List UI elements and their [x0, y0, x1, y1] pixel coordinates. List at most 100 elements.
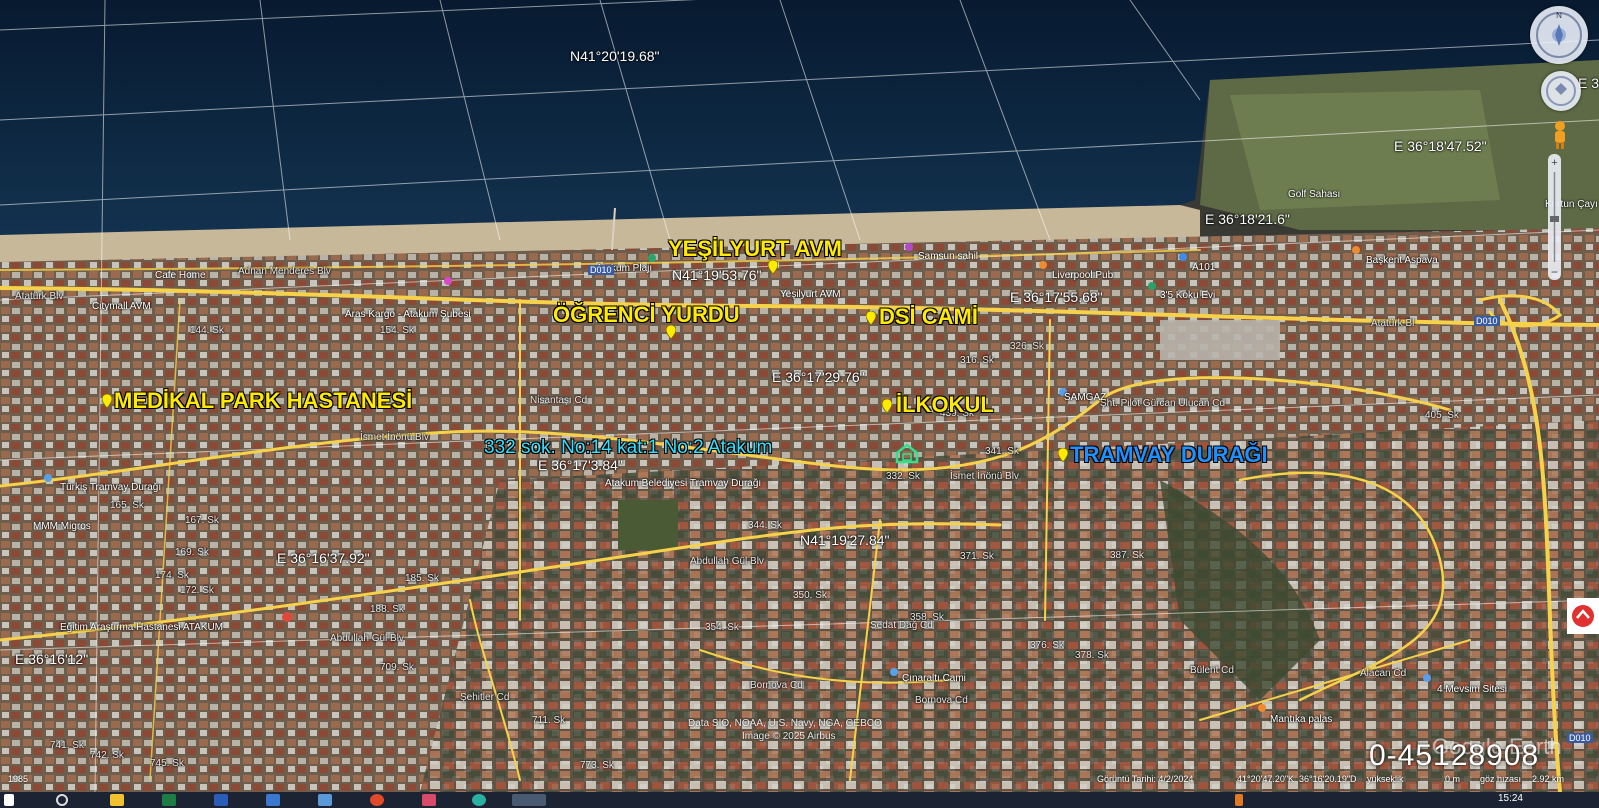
placemark-label[interactable]: YEŞİLYURT AVM — [668, 236, 842, 262]
road-shield: D010 — [588, 265, 614, 275]
poi-label[interactable]: Samsun sahil — [918, 251, 978, 262]
elevation-label: yükseklik — [1367, 774, 1404, 784]
grid-coordinate-label: E 36°17'55.68" — [1010, 289, 1103, 305]
search-icon[interactable] — [56, 794, 68, 806]
navigation-compass-icon[interactable]: N — [1530, 6, 1588, 64]
poi-label[interactable]: A101 — [1192, 262, 1215, 273]
street-label: Şehitler Cd — [460, 692, 510, 703]
word-icon[interactable] — [214, 794, 228, 806]
poi-label[interactable]: 3'5 Koku Evi — [1160, 290, 1215, 301]
poi-label[interactable]: Mantıka palas — [1270, 714, 1332, 725]
grid-coordinate-label: N41°20'19.68" — [570, 48, 660, 64]
excel-icon[interactable] — [162, 794, 176, 806]
cursor-latitude: 41°20'47.20"K — [1237, 774, 1295, 784]
grid-coordinate-label: E 36°16'37.92" — [277, 550, 370, 566]
placemark-label[interactable]: TRAMVAY DURAĞI — [1070, 442, 1268, 468]
street-view-pegman-icon[interactable] — [1551, 120, 1569, 150]
eye-altitude-value: 2.92 km — [1532, 774, 1565, 784]
svg-text:+: + — [1551, 157, 1557, 169]
street-label: 172. Sk — [180, 585, 214, 596]
street-label: 185. Sk — [405, 573, 439, 584]
poi-label[interactable]: Liverpool Pub — [1052, 270, 1113, 281]
app-icon[interactable] — [318, 794, 332, 806]
poi-label[interactable]: MMM Migros — [33, 521, 91, 532]
grid-coordinate-label: E 36°18'21.6" — [1205, 211, 1290, 227]
street-label: Adnan Menderes Blv — [238, 266, 331, 277]
street-label: 154. Sk — [380, 325, 414, 336]
poi-label[interactable]: Çınaraltı Cami — [902, 673, 966, 684]
placemark-label[interactable]: İLKOKUL — [896, 392, 994, 418]
grid-coordinate-label: E 36°17'29.76" — [772, 369, 865, 385]
taskbar-clock[interactable]: 15:24 — [1498, 793, 1523, 804]
address-label[interactable]: 332 sok. No:14 kat:1 No:2 Atakum — [484, 437, 772, 459]
start-icon[interactable] — [4, 794, 14, 806]
street-label: İsmet İnönü Blv — [360, 432, 429, 443]
street-label: 165. Sk — [110, 500, 144, 511]
street-label: 378. Sk — [1075, 650, 1109, 661]
outlook-icon[interactable] — [266, 794, 280, 806]
imagery-attribution: Data SIO, NOAA, U.S. Navy, NGA, GEBCO — [688, 718, 882, 729]
edge-icon[interactable] — [472, 794, 486, 806]
zoom-slider-icon[interactable]: + − — [1548, 154, 1561, 280]
poi-label[interactable]: 4 Mevsim Sitesi — [1437, 684, 1507, 695]
street-label: 167. Sk — [185, 515, 219, 526]
street-label: Abdullah Gül Blv — [330, 633, 404, 644]
poi-label[interactable]: Eğitim Araştırma Hastanesi ATAKUM — [60, 622, 223, 633]
imagery-attribution: Image © 2025 Airbus — [742, 731, 836, 742]
placemark-pin-icon[interactable] — [865, 310, 877, 330]
tray-icon[interactable] — [1235, 794, 1243, 806]
placemark-label[interactable]: DSİ CAMİ — [879, 304, 978, 330]
street-label: 341. Sk — [985, 446, 1019, 457]
street-label: Şht. Pilot Gürcan Ulucan Cd — [1100, 398, 1226, 409]
road-shield: D010 — [1567, 733, 1593, 743]
street-label: 741. Sk — [50, 740, 84, 751]
street-label: Bornova Cd — [915, 695, 968, 706]
poi-label[interactable]: Atakum Belediyesi Tramvay Durağı — [605, 478, 761, 489]
street-label: Atatürk Bl — [1371, 318, 1415, 329]
street-label: Bülent Cd — [1190, 665, 1234, 676]
placemark-pin-icon[interactable] — [101, 393, 113, 413]
svg-text:N: N — [1556, 11, 1562, 20]
placemark-pin-icon[interactable] — [881, 398, 893, 418]
street-label: 387. Sk — [1110, 550, 1144, 561]
poi-label[interactable]: Cafe Home — [155, 270, 206, 281]
poi-label[interactable]: Aras Kargo - Atakum Şubesi — [345, 309, 471, 320]
google-earth-task-icon[interactable] — [512, 794, 546, 806]
street-label: 144. Sk — [190, 325, 224, 336]
poi-label[interactable]: Yeşilyurt AVM — [780, 289, 841, 300]
street-label: 332. Sk — [886, 471, 920, 482]
side-app-icon[interactable] — [1567, 598, 1599, 634]
grid-coordinate-label: E 3 — [1578, 75, 1599, 91]
placemark-label[interactable]: MEDİKAL PARK HASTANESİ — [114, 388, 412, 414]
file-explorer-icon[interactable] — [110, 794, 124, 806]
chrome-icon[interactable] — [370, 794, 384, 806]
poi-label[interactable]: Golf Sahası — [1288, 189, 1340, 200]
street-label: 326. Sk — [1010, 341, 1044, 352]
street-label: 316. Sk — [960, 355, 994, 366]
poi-label[interactable]: SAMGAZ — [1064, 392, 1106, 403]
placemark-pin-icon[interactable] — [1057, 447, 1069, 467]
poi-label[interactable]: Başkent Aspava — [1366, 255, 1438, 266]
map-view[interactable]: N41°20'19.68" E 36°18'47.52" E 36°18'21.… — [0, 0, 1599, 792]
poi-label[interactable]: Türkiş Tramvay Durağı — [60, 482, 161, 493]
placemark-label[interactable]: ÖĞRENCİ YURDU — [553, 302, 740, 328]
street-label: Sedat Dağ Cd — [870, 620, 933, 631]
street-label: 405. Sk — [1425, 410, 1459, 421]
street-label: 350. Sk — [793, 590, 827, 601]
street-label: 371. Sk — [960, 551, 994, 562]
app-icon[interactable] — [422, 794, 436, 806]
grid-coordinate-label: E 36°17'3.84" — [538, 457, 623, 473]
street-label: 709. Sk — [380, 662, 414, 673]
grid-coordinate-label: N41°19'27.84" — [800, 532, 890, 548]
street-label: Bornova Cd — [750, 680, 803, 691]
street-label: Alacan Cd — [1360, 668, 1407, 679]
look-joystick-icon[interactable] — [1541, 71, 1581, 111]
svg-text:−: − — [1551, 265, 1558, 279]
street-label: 742. Sk — [90, 750, 124, 761]
street-label: 188. Sk — [370, 604, 404, 615]
street-label: 354. Sk — [705, 622, 739, 633]
placemark-pin-icon[interactable] — [767, 259, 779, 279]
home-icon[interactable] — [894, 442, 920, 464]
poi-label[interactable]: Citymall AVM — [92, 301, 151, 312]
street-label: 773. Sk — [580, 760, 614, 771]
